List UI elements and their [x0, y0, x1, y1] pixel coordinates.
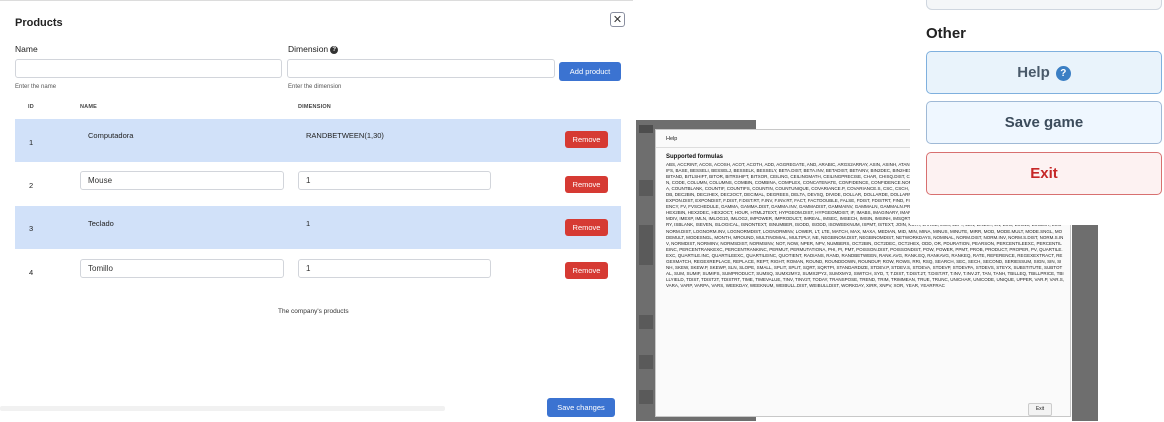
- save-game-button[interactable]: Save game: [926, 101, 1162, 144]
- row-name: Teclado: [88, 219, 114, 228]
- help-dialog-subtitle: Supported formulas: [666, 154, 724, 160]
- row-id: 4: [29, 268, 34, 277]
- name-label: Name: [15, 44, 38, 54]
- row-dimension-input[interactable]: 1: [298, 171, 491, 190]
- row-id: 2: [29, 181, 34, 190]
- row-dimension: RANDBETWEEN(1,30): [306, 131, 384, 140]
- column-header-id: ID: [28, 104, 34, 110]
- horizontal-scrollbar[interactable]: [0, 406, 445, 411]
- other-menu: Other Help? Save game Exit: [910, 0, 1164, 225]
- table-row: 2 Mouse 1 Remove: [15, 163, 621, 206]
- products-modal: Products ✕ Name Dimension? Add product E…: [0, 0, 633, 422]
- remove-button[interactable]: Remove: [565, 219, 608, 236]
- name-hint: Enter the name: [15, 84, 57, 90]
- close-icon[interactable]: ✕: [610, 12, 625, 27]
- question-icon: ?: [1055, 65, 1071, 81]
- row-name: Computadora: [88, 131, 134, 140]
- help-button-label: Help: [1017, 64, 1050, 81]
- name-input[interactable]: [15, 59, 282, 78]
- bg-block: [639, 390, 653, 404]
- column-header-dimension: DIMENSION: [298, 104, 331, 110]
- table-row: 1 Computadora RANDBETWEEN(1,30) Remove: [15, 119, 621, 162]
- row-name-input[interactable]: Tomillo: [80, 259, 284, 278]
- bg-block: [639, 180, 653, 196]
- row-id: 1: [29, 138, 34, 147]
- column-header-name: NAME: [80, 104, 97, 110]
- table-row: 4 Tomillo 1 Remove: [15, 250, 621, 293]
- bg-block: [639, 125, 653, 133]
- table-row: 3 Teclado 1 Remove: [15, 206, 621, 249]
- help-dialog-title: Help: [666, 136, 678, 142]
- row-id: 3: [29, 224, 34, 233]
- remove-button[interactable]: Remove: [565, 176, 608, 193]
- help-icon[interactable]: ?: [330, 45, 339, 54]
- row-dimension: 1: [306, 219, 311, 228]
- dimension-label-wrap: Dimension?: [288, 44, 339, 54]
- remove-button[interactable]: Remove: [565, 131, 608, 148]
- table-caption: The company's products: [278, 308, 349, 315]
- row-dimension-input[interactable]: 1: [298, 259, 491, 278]
- bg-block: [639, 315, 653, 329]
- dimension-input[interactable]: [287, 59, 555, 78]
- help-exit-button[interactable]: Exit: [1028, 403, 1052, 416]
- partial-top-button[interactable]: [926, 0, 1162, 10]
- exit-button[interactable]: Exit: [926, 152, 1162, 195]
- remove-button[interactable]: Remove: [565, 262, 608, 279]
- game-background-right: [1072, 225, 1098, 421]
- bg-block: [639, 355, 653, 369]
- dimension-label: Dimension: [288, 44, 329, 54]
- dimension-hint: Enter the dimension: [288, 84, 342, 90]
- help-button[interactable]: Help?: [926, 51, 1162, 94]
- row-name-input[interactable]: Mouse: [80, 171, 284, 190]
- bg-block: [639, 225, 653, 265]
- modal-title: Products: [15, 17, 63, 29]
- add-product-button[interactable]: Add product: [559, 62, 621, 81]
- save-changes-button[interactable]: Save changes: [547, 398, 615, 417]
- other-title: Other: [926, 25, 967, 42]
